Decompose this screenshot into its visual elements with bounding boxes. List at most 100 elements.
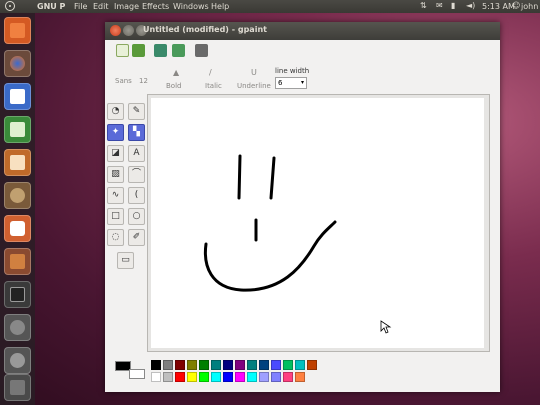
volume-icon[interactable]: ◄) <box>466 1 475 10</box>
color-swatch[interactable] <box>175 372 185 382</box>
color-swatch[interactable] <box>283 360 293 370</box>
minimize-window-button[interactable] <box>123 25 134 36</box>
trash-icon[interactable] <box>4 374 31 401</box>
color-swatch[interactable] <box>247 372 257 382</box>
save-image-icon[interactable] <box>154 44 167 57</box>
clock[interactable]: 5:13 AM <box>482 2 515 11</box>
canvas-area <box>147 94 490 352</box>
left-eye-stroke <box>237 154 242 200</box>
italic-button[interactable]: Italic <box>205 82 222 90</box>
color-swatch[interactable] <box>271 360 281 370</box>
chevron-down-icon: ▾ <box>300 79 304 86</box>
paintbrush-tool[interactable]: ✐ <box>128 229 145 246</box>
network-icon[interactable]: ⇅ <box>420 1 427 10</box>
right-eye-stroke <box>269 156 276 200</box>
open-file-icon[interactable] <box>132 44 145 57</box>
color-swatch[interactable] <box>151 360 161 370</box>
terminal-icon[interactable] <box>4 281 31 308</box>
bold-button[interactable]: Bold <box>166 82 181 90</box>
color-swatch[interactable] <box>199 360 209 370</box>
line-width-label: line width <box>275 67 310 75</box>
curve-tool[interactable]: ( <box>128 187 145 204</box>
menu-edit[interactable]: Edit <box>93 2 109 11</box>
menu-windows[interactable]: Windows <box>173 2 209 11</box>
line-width-value: 6 <box>278 79 283 87</box>
rectangle-tool[interactable]: □ <box>107 208 124 225</box>
drawing-canvas[interactable] <box>151 98 484 348</box>
writer-icon[interactable] <box>4 83 31 110</box>
mouse-cursor-icon <box>380 320 392 334</box>
user-name[interactable]: john <box>521 2 538 11</box>
underline-button[interactable]: Underline <box>237 82 271 90</box>
print-icon[interactable] <box>195 44 208 57</box>
launcher <box>0 13 35 405</box>
rectangle-select-tool[interactable]: ▚ <box>128 124 145 141</box>
color-swatch[interactable] <box>259 360 269 370</box>
gpaint-icon[interactable] <box>4 248 31 275</box>
workspace-switcher-icon[interactable] <box>4 314 31 341</box>
home-folder-icon[interactable] <box>4 17 31 44</box>
close-window-button[interactable] <box>110 25 121 36</box>
bold-icon[interactable]: ▲ <box>173 68 179 77</box>
calc-icon[interactable] <box>4 116 31 143</box>
color-swatch[interactable] <box>283 372 293 382</box>
gpaint-window: Untitled (modified) - gpaint Sans 12 ▲ B… <box>105 22 500 392</box>
tool-panel: ◔ ✎ ✦ ▚ ◪ A ▨ ⌒ ∿ ( □ ○ ◌ ✐ ▭ <box>105 95 148 353</box>
color-swatch[interactable] <box>151 372 161 382</box>
eraser-tool[interactable]: ▨ <box>107 166 124 183</box>
color-swatch[interactable] <box>163 360 173 370</box>
fill-mode-icon[interactable]: ▭ <box>117 252 134 269</box>
menu-help[interactable]: Help <box>211 2 229 11</box>
color-swatch[interactable] <box>187 372 197 382</box>
menu-effects[interactable]: Effects <box>142 2 169 11</box>
arc-tool[interactable]: ⌒ <box>128 166 145 183</box>
line-width-select[interactable]: 6 ▾ <box>275 77 307 89</box>
underline-icon[interactable]: U <box>251 68 257 77</box>
ubuntu-one-icon[interactable] <box>4 215 31 242</box>
background-color-swatch[interactable] <box>129 369 145 379</box>
mouth-stroke <box>203 220 337 292</box>
software-center-icon[interactable] <box>4 182 31 209</box>
color-swatch[interactable] <box>187 360 197 370</box>
color-swatch[interactable] <box>235 360 245 370</box>
color-swatch[interactable] <box>211 372 221 382</box>
impress-icon[interactable] <box>4 149 31 176</box>
new-file-icon[interactable] <box>116 44 129 57</box>
oval-tool[interactable]: ○ <box>128 208 145 225</box>
menu-image[interactable]: Image <box>114 2 139 11</box>
user-icon[interactable]: ☺ <box>512 1 520 10</box>
freehand-select-tool[interactable]: ✦ <box>107 124 124 141</box>
pencil-tool[interactable]: ✎ <box>128 103 145 120</box>
font-name[interactable]: Sans <box>115 77 132 85</box>
fill-bucket-tool[interactable]: ◪ <box>107 145 124 162</box>
font-size[interactable]: 12 <box>139 77 148 85</box>
color-swatch[interactable] <box>223 372 233 382</box>
color-swatch[interactable] <box>175 360 185 370</box>
color-swatch[interactable] <box>295 360 305 370</box>
color-swatch[interactable] <box>199 372 209 382</box>
battery-icon[interactable]: ▮ <box>451 1 455 10</box>
color-swatch[interactable] <box>259 372 269 382</box>
mail-icon[interactable]: ✉ <box>436 1 443 10</box>
color-swatch[interactable] <box>211 360 221 370</box>
color-swatch[interactable] <box>247 360 257 370</box>
color-swatch[interactable] <box>223 360 233 370</box>
search-icon[interactable] <box>4 347 31 374</box>
color-swatch[interactable] <box>163 372 173 382</box>
title-bar[interactable]: Untitled (modified) - gpaint <box>105 22 500 40</box>
multiline-tool[interactable]: ∿ <box>107 187 124 204</box>
color-swatch[interactable] <box>307 360 317 370</box>
color-swatch[interactable] <box>295 372 305 382</box>
freehand-shape-tool[interactable]: ◌ <box>107 229 124 246</box>
color-palette-area <box>105 354 500 392</box>
lasso-select-tool[interactable]: ◔ <box>107 103 124 120</box>
color-swatch[interactable] <box>271 372 281 382</box>
italic-icon[interactable]: / <box>209 68 212 77</box>
text-tool[interactable]: A <box>128 145 145 162</box>
save-as-icon[interactable] <box>172 44 185 57</box>
color-swatch[interactable] <box>235 372 245 382</box>
ubuntu-logo-icon[interactable] <box>5 1 15 11</box>
firefox-icon[interactable] <box>4 50 31 77</box>
menu-file[interactable]: File <box>74 2 87 11</box>
active-app-name: GNU P <box>37 2 66 11</box>
